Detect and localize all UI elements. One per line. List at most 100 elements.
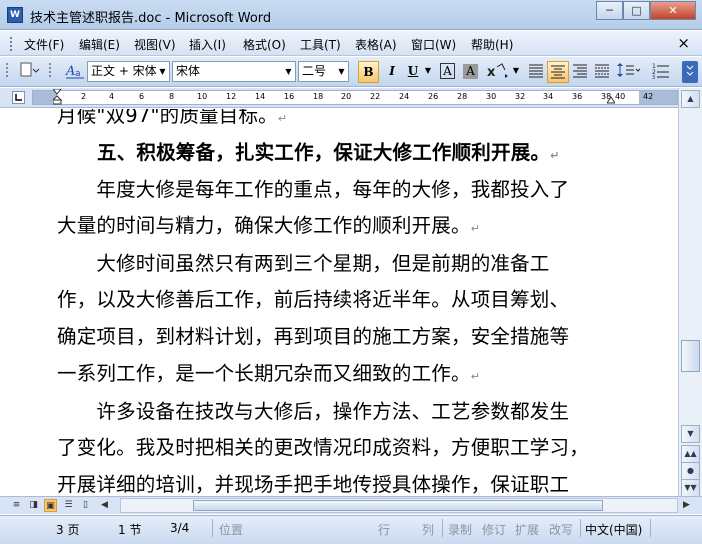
justify-button[interactable] xyxy=(592,61,612,83)
bold-button[interactable]: B xyxy=(358,61,379,83)
text-line-content: 大量的时间与精力，确保大修工作的顺利开展。 xyxy=(57,214,471,237)
numbering-button[interactable]: 123 xyxy=(650,61,672,83)
close-button[interactable]: ✕ xyxy=(650,1,696,20)
text-line: 大修时间虽然只有两到三个星期，但是前期的准备工 xyxy=(57,252,550,275)
document-page[interactable]: 月候"双97"的质量目标。↵ 五、积极筹备，扎实工作，保证大修工作顺利开展。↵ … xyxy=(0,109,678,496)
menu-view[interactable]: 视图(V) xyxy=(134,36,176,53)
menu-file[interactable]: 文件(F) xyxy=(24,36,64,53)
status-page-of: 3/4 xyxy=(170,521,190,535)
scroll-down-button[interactable]: ▼ xyxy=(681,425,700,443)
web-layout-view-button[interactable]: ◨ xyxy=(27,499,40,512)
scroll-left-button[interactable]: ◀ xyxy=(98,499,111,512)
previous-page-button[interactable]: ▲▲ xyxy=(681,445,700,463)
status-page: 3 页 xyxy=(56,523,80,537)
section-heading-text: 五、积极筹备，扎实工作，保证大修工作顺利开展。 xyxy=(97,141,551,164)
status-language[interactable]: 中文(中国) xyxy=(585,521,642,538)
text-line: 许多设备在技改与大修后，操作方法、工艺参数都发生 xyxy=(57,400,570,423)
ruler-tick: 12 xyxy=(226,92,237,101)
next-page-button[interactable]: ▼▼ xyxy=(681,479,700,497)
paragraph-mark: ↵ xyxy=(277,112,288,125)
status-record[interactable]: 录制 xyxy=(448,521,472,538)
close-document-button[interactable]: × xyxy=(677,34,690,52)
text-line-content: 一系列工作，是一个长期冗杂而又细致的工作。 xyxy=(57,362,471,385)
style-value: 正文 + 宋体 xyxy=(91,64,157,78)
italic-button[interactable]: I xyxy=(382,61,402,83)
font-value: 宋体 xyxy=(176,64,201,78)
align-right-button[interactable] xyxy=(570,61,590,83)
menu-insert[interactable]: 插入(I) xyxy=(189,36,226,53)
minimize-button[interactable]: ─ xyxy=(596,1,623,20)
underline-dropdown[interactable]: ▼ xyxy=(422,61,434,83)
window-title: 技术主管述职报告.doc - Microsoft Word xyxy=(30,11,272,26)
svg-text:A: A xyxy=(65,64,75,79)
text-line: 了变化。我及时把相关的更改情况印成资料，方便职工学习， xyxy=(57,436,589,459)
align-left-button[interactable] xyxy=(526,61,546,83)
menu-help[interactable]: 帮助(H) xyxy=(471,36,513,53)
toolbar-grip-2[interactable] xyxy=(46,61,54,83)
character-scaling-dropdown[interactable]: ▼ xyxy=(511,61,521,83)
normal-view-button[interactable]: ≡ xyxy=(10,499,23,512)
status-overtype[interactable]: 改写 xyxy=(549,521,573,538)
menu-tools[interactable]: 工具(T) xyxy=(300,36,341,53)
maximize-button[interactable]: □ xyxy=(623,1,650,20)
font-size-value: 二号 xyxy=(302,64,327,78)
horizontal-scroll-thumb[interactable] xyxy=(193,500,603,511)
new-page-icon xyxy=(20,62,40,77)
chevron-up-icon: ▲ xyxy=(687,94,694,103)
status-extend[interactable]: 扩展 xyxy=(515,521,539,538)
underline-button[interactable]: U xyxy=(404,61,422,83)
styles-and-formatting-button[interactable]: Aa xyxy=(64,61,86,83)
reading-layout-button[interactable]: ▯ xyxy=(79,499,92,512)
window-controls: ─ □ ✕ xyxy=(596,1,696,20)
character-shading-button[interactable]: A xyxy=(461,61,480,83)
scroll-up-button[interactable]: ▲ xyxy=(681,90,700,108)
ruler-tick: 2 xyxy=(81,92,87,101)
font-size-dropdown[interactable]: 二号 ▼ xyxy=(298,61,349,82)
status-separator xyxy=(442,519,443,537)
right-indent-marker-icon[interactable] xyxy=(607,95,615,104)
horizontal-ruler[interactable]: 2 4 6 8 10 12 14 16 18 20 22 24 26 28 30… xyxy=(32,89,678,107)
style-dropdown[interactable]: 正文 + 宋体 ▼ xyxy=(87,61,170,82)
grip-icon xyxy=(6,63,8,77)
font-dropdown[interactable]: 宋体 ▼ xyxy=(172,61,296,82)
horizontal-scrollbar[interactable] xyxy=(120,498,678,513)
status-separator xyxy=(580,519,581,537)
status-column: 列 xyxy=(422,523,435,537)
svg-text:x: x xyxy=(487,65,496,80)
tab-selector[interactable] xyxy=(12,91,25,104)
ruler-tick: 34 xyxy=(543,92,554,101)
menu-window[interactable]: 窗口(W) xyxy=(411,36,456,53)
chevron-down-icon: ▼ xyxy=(687,429,694,438)
print-layout-view-button[interactable]: ▣ xyxy=(44,499,57,512)
align-left-icon xyxy=(529,64,543,78)
align-center-button[interactable] xyxy=(547,61,569,83)
line-spacing-button[interactable] xyxy=(616,61,642,83)
character-scaling-button[interactable]: x xyxy=(484,61,510,83)
menu-grip[interactable] xyxy=(10,37,13,51)
outline-view-button[interactable]: ☰ xyxy=(62,499,75,512)
indent-marker-icon[interactable] xyxy=(53,89,62,107)
ruler-tick: 24 xyxy=(399,92,410,101)
vertical-scroll-thumb[interactable] xyxy=(681,340,700,372)
text-line: 一系列工作，是一个长期冗杂而又细致的工作。↵ xyxy=(57,357,480,386)
print-layout-icon: ▣ xyxy=(46,501,55,511)
character-border-button[interactable]: A xyxy=(438,61,457,83)
menu-edit[interactable]: 编辑(E) xyxy=(79,36,120,53)
chevron-down-icon: ▼ xyxy=(285,67,292,76)
numbered-list-icon: 123 xyxy=(652,63,669,81)
vertical-scrollbar[interactable]: ▲ ▼ ▲▲ ● ▼▼ xyxy=(678,88,702,497)
line-spacing-icon xyxy=(617,63,641,77)
ruler-tick: 10 xyxy=(197,92,208,101)
grip-icon xyxy=(49,63,51,77)
reading-layout-icon: ▯ xyxy=(83,500,88,510)
toolbar-options-button[interactable] xyxy=(682,61,698,83)
new-document-button[interactable] xyxy=(16,61,42,83)
status-track-changes[interactable]: 修订 xyxy=(482,521,506,538)
align-center-icon xyxy=(551,65,565,79)
select-browse-object-button[interactable]: ● xyxy=(681,462,700,480)
menu-format[interactable]: 格式(O) xyxy=(243,36,286,53)
word-app-icon[interactable]: W xyxy=(7,7,23,23)
toolbar-grip[interactable] xyxy=(3,61,11,83)
scroll-right-button[interactable]: ▶ xyxy=(680,499,693,512)
menu-table[interactable]: 表格(A) xyxy=(355,36,397,53)
